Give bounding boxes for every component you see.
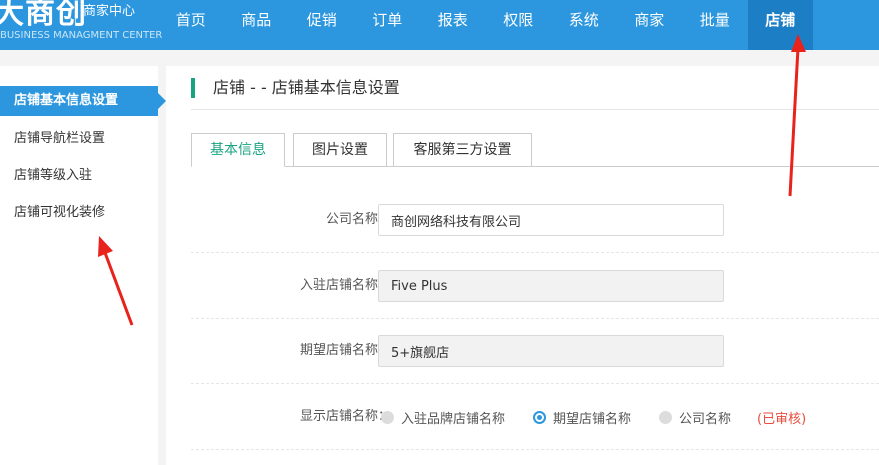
nav-home[interactable]: 首页 <box>158 0 224 50</box>
sidebar-item-store-visual-decoration[interactable]: 店铺可视化装修 <box>0 198 158 228</box>
sidebar-item-label: 店铺基本信息设置 <box>14 93 119 108</box>
tab-basic-info[interactable]: 基本信息 <box>191 133 285 167</box>
active-caret-icon <box>158 93 166 109</box>
logo-title: 商家中心 <box>83 4 136 19</box>
company-name-input[interactable] <box>378 204 724 236</box>
sidebar-item-store-basic-info[interactable]: 店铺基本信息设置 <box>0 86 166 116</box>
main-nav: 首页 商品 促销 订单 报表 权限 系统 商家 批量 店铺 <box>158 0 813 50</box>
expected-store-name-input <box>378 335 724 367</box>
nav-merchant[interactable]: 商家 <box>617 0 683 50</box>
title-accent-bar <box>191 78 195 98</box>
main-panel: 店铺 - - 店铺基本信息设置 基本信息 图片设置 客服第三方设置 公司名称： … <box>166 66 879 465</box>
page-title: 店铺 - - 店铺基本信息设置 <box>213 78 400 97</box>
radio-company-name[interactable]: 公司名称 <box>659 408 731 427</box>
display-store-name-label: 显示店铺名称： <box>299 409 391 424</box>
nav-orders[interactable]: 订单 <box>355 0 421 50</box>
sidebar-item-store-level[interactable]: 店铺等级入驻 <box>0 161 158 191</box>
radio-unchecked-icon <box>659 410 673 424</box>
logo[interactable]: 大商创 商家中心 BUSINESS MANAGMENT CENTER <box>0 0 162 50</box>
sidebar-item-label: 店铺导航栏设置 <box>14 131 106 146</box>
review-status-badge: (已审核) <box>757 411 807 427</box>
radio-checked-icon <box>533 410 547 424</box>
tab-customer-service-settings[interactable]: 客服第三方设置 <box>393 133 532 167</box>
sidebar: 店铺基本信息设置 店铺导航栏设置 店铺等级入驻 店铺可视化装修 <box>0 66 166 465</box>
nav-reports[interactable]: 报表 <box>420 0 486 50</box>
nav-goods[interactable]: 商品 <box>224 0 290 50</box>
nav-promotion[interactable]: 促销 <box>289 0 355 50</box>
logo-subtitle: BUSINESS MANAGMENT CENTER <box>0 30 163 41</box>
nav-batch[interactable]: 批量 <box>682 0 748 50</box>
top-navigation-bar: 大商创 商家中心 BUSINESS MANAGMENT CENTER 首页 商品… <box>0 0 879 50</box>
sidebar-item-store-nav[interactable]: 店铺导航栏设置 <box>0 124 158 154</box>
form-row-settled-store-name: 入驻店铺名称： <box>191 253 879 319</box>
divider <box>191 109 879 110</box>
sidebar-item-label: 店铺等级入驻 <box>14 168 93 183</box>
nav-permissions[interactable]: 权限 <box>486 0 552 50</box>
radio-brand-store-name[interactable]: 入驻品牌店铺名称 <box>381 408 505 427</box>
nav-system[interactable]: 系统 <box>551 0 617 50</box>
logo-mark: 大商创 <box>0 0 87 31</box>
radio-unchecked-icon <box>381 410 394 424</box>
radio-expected-store-name[interactable]: 期望店铺名称 <box>533 408 631 427</box>
form-row-company-name: 公司名称： <box>191 187 879 253</box>
radio-label: 期望店铺名称 <box>553 411 632 427</box>
form-row-display-store-name: 显示店铺名称： 入驻品牌店铺名称 期望店铺名称 公司名称 (已审核) <box>191 384 879 450</box>
display-store-name-radio-group: 入驻品牌店铺名称 期望店铺名称 公司名称 (已审核) <box>381 384 806 450</box>
radio-label: 入驻品牌店铺名称 <box>401 411 506 427</box>
radio-label: 公司名称 <box>679 411 732 427</box>
sidebar-item-label: 店铺可视化装修 <box>14 205 106 220</box>
nav-store[interactable]: 店铺 <box>747 0 813 50</box>
settled-store-name-input <box>378 270 724 302</box>
tab-bar: 基本信息 图片设置 客服第三方设置 <box>191 133 879 167</box>
form-row-expected-store-name: 期望店铺名称： <box>191 318 879 384</box>
logo-divider <box>75 4 76 26</box>
tab-image-settings[interactable]: 图片设置 <box>293 133 387 167</box>
